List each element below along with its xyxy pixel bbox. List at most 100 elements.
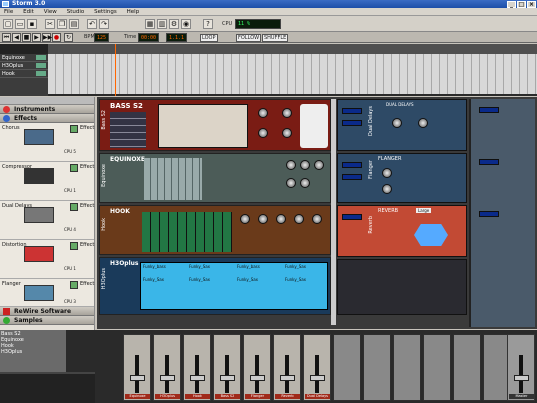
loop-button[interactable]: LOOP: [200, 34, 218, 42]
mixer-channel[interactable]: Equinoxe: [123, 334, 151, 401]
browser-splitter[interactable]: [0, 97, 94, 105]
rewind-icon[interactable]: ◀: [12, 33, 21, 42]
channel-fader[interactable]: [250, 375, 265, 381]
channel-fader[interactable]: [160, 375, 175, 381]
mini-list-item[interactable]: H3Oplus: [1, 349, 65, 355]
bpm-display[interactable]: 125: [94, 33, 110, 42]
minimize-button[interactable]: _: [507, 1, 516, 8]
route-port[interactable]: [479, 107, 499, 113]
rewire-section[interactable]: ReWire Software: [0, 307, 94, 316]
menu-settings[interactable]: Settings: [90, 8, 121, 16]
dual-delays-device[interactable]: Dual Delays DUAL DELAYS: [337, 99, 467, 151]
filter-knob[interactable]: [286, 160, 296, 170]
rack-scrollbar[interactable]: [331, 99, 336, 325]
new-icon[interactable]: ▢: [3, 19, 13, 29]
clip-grid[interactable]: Funky_bass Funky_Sax Funky_bass Funky_Sa…: [140, 262, 328, 310]
mixer-channel[interactable]: H3Oplus: [153, 334, 181, 401]
reverb-device[interactable]: Reverb REVERB Large: [337, 205, 467, 257]
h3oplus-device[interactable]: H3Oplus H3Oplus Funky_bass Funky_Sax Fun…: [99, 257, 331, 315]
clip-cell[interactable]: Funky_bass: [237, 264, 260, 269]
rack-view-icon[interactable]: ▥: [157, 19, 167, 29]
routing-button[interactable]: [342, 162, 362, 168]
pan-knob[interactable]: [312, 214, 322, 224]
volume-panel[interactable]: [300, 104, 328, 148]
mixer-channel[interactable]: Hook: [183, 334, 211, 401]
flanger-device[interactable]: Flanger FLANGER: [337, 153, 467, 203]
routing-button[interactable]: [342, 174, 362, 180]
undo-icon[interactable]: ↶: [87, 19, 97, 29]
attack-knob[interactable]: [286, 178, 296, 188]
track-mute-button[interactable]: [36, 55, 46, 60]
help-icon[interactable]: ?: [203, 19, 213, 29]
pad-bank[interactable]: [110, 112, 146, 148]
record-icon[interactable]: ◉: [181, 19, 191, 29]
play-icon[interactable]: ▶: [32, 33, 41, 42]
bass-s2-device[interactable]: Bass S2 BASS S2: [99, 99, 331, 151]
mixer-channel[interactable]: Bass S2: [213, 334, 241, 401]
feedback-knob[interactable]: [418, 118, 428, 128]
channel-fader[interactable]: [190, 375, 205, 381]
effect-item[interactable]: Distortion Effect CPU 1: [0, 240, 94, 279]
menu-file[interactable]: File: [0, 8, 17, 16]
lfo-knob[interactable]: [314, 160, 324, 170]
channel-fader[interactable]: [310, 375, 325, 381]
clip-cell[interactable]: Funky_Sax: [143, 277, 164, 282]
routing-button[interactable]: [342, 108, 362, 114]
timeline-ruler[interactable]: [48, 44, 537, 54]
open-icon[interactable]: ▭: [15, 19, 25, 29]
accent-knob[interactable]: [282, 128, 292, 138]
track-mute-button[interactable]: [36, 63, 46, 68]
paste-icon[interactable]: ▤: [69, 19, 79, 29]
channel-fader[interactable]: [130, 375, 145, 381]
mixer-channel[interactable]: Flanger: [243, 334, 271, 401]
decay-knob[interactable]: [282, 108, 292, 118]
effect-item[interactable]: Compressor Effect CPU 1: [0, 162, 94, 201]
level-knob[interactable]: [294, 214, 304, 224]
routing-button[interactable]: [342, 214, 362, 220]
master-fader[interactable]: [514, 375, 529, 381]
menu-studio[interactable]: Studio: [63, 8, 89, 16]
clip-cell[interactable]: Funky_Sax: [237, 277, 258, 282]
settings-icon[interactable]: ⚙: [169, 19, 179, 29]
shuffle-button[interactable]: SHUFFLE: [262, 34, 289, 42]
track-row[interactable]: Hook: [0, 70, 48, 78]
mixer-channel[interactable]: Reverb: [273, 334, 301, 401]
channel-fader[interactable]: [280, 375, 295, 381]
piano-roll[interactable]: [158, 104, 248, 148]
effects-section[interactable]: Effects: [0, 114, 94, 123]
copy-icon[interactable]: ❐: [57, 19, 67, 29]
instruments-section[interactable]: Instruments: [0, 105, 94, 114]
maximize-button[interactable]: □: [517, 1, 526, 8]
equinoxe-device[interactable]: Equinoxe EQUINOXE: [99, 153, 331, 203]
resonance-knob[interactable]: [258, 128, 268, 138]
route-port[interactable]: [479, 211, 499, 217]
delay-time-knob[interactable]: [392, 118, 402, 128]
sequencer-grid[interactable]: [144, 158, 202, 200]
pattern-grid[interactable]: [48, 54, 537, 94]
effect-item[interactable]: Flanger Effect CPU 3: [0, 279, 94, 307]
pitch-knob[interactable]: [240, 214, 250, 224]
effect-item[interactable]: Dual Delays Effect CPU 4: [0, 201, 94, 240]
menu-view[interactable]: View: [40, 8, 61, 16]
save-icon[interactable]: ▪: [27, 19, 37, 29]
playhead[interactable]: [115, 44, 116, 96]
clip-cell[interactable]: Funky_Sax: [285, 264, 306, 269]
close-button[interactable]: ×: [527, 1, 536, 8]
routing-button[interactable]: [342, 120, 362, 126]
loop-mode-icon[interactable]: ↻: [64, 33, 73, 42]
samples-section[interactable]: Samples: [0, 316, 94, 325]
mixer-channel[interactable]: Dual Delays: [303, 334, 331, 401]
release-knob[interactable]: [300, 178, 310, 188]
decay-knob[interactable]: [276, 214, 286, 224]
route-port[interactable]: [479, 159, 499, 165]
track-row[interactable]: Equinoxe: [0, 54, 48, 62]
menu-edit[interactable]: Edit: [19, 8, 38, 16]
cutoff-knob[interactable]: [258, 108, 268, 118]
redo-icon[interactable]: ↷: [99, 19, 109, 29]
rate-knob[interactable]: [382, 168, 392, 178]
follow-button[interactable]: FOLLOW: [236, 34, 262, 42]
mixer-view-icon[interactable]: ▦: [145, 19, 155, 29]
master-channel[interactable]: Master: [507, 334, 535, 401]
depth-knob[interactable]: [382, 184, 392, 194]
record-button[interactable]: ●: [52, 33, 61, 42]
